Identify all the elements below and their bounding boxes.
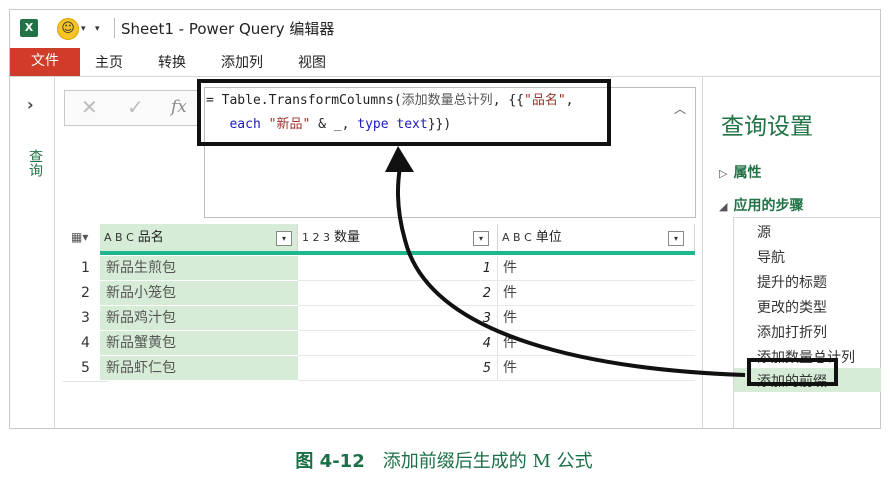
cell-unit[interactable]: 件 (498, 331, 695, 356)
column-header-unit-label: 单位 (535, 230, 562, 245)
cancel-formula-icon[interactable]: ✕ (81, 95, 98, 119)
column-header-unit[interactable]: A B C 单位 ▾ (498, 224, 695, 251)
table-row: 2 新品小笼包 2 件 (63, 281, 695, 307)
cell-unit[interactable]: 件 (498, 356, 695, 381)
table-row: 1 新品生煎包 1 件 (63, 256, 695, 282)
step-promoted-headers[interactable]: 提升的标题 (757, 272, 827, 292)
step-changed-type[interactable]: 更改的类型 (757, 297, 827, 317)
confirm-formula-icon[interactable]: ✓ (127, 95, 144, 119)
formula-type-keyword: type (357, 117, 389, 132)
table-row: 3 新品鸡汁包 3 件 (63, 306, 695, 332)
figure-caption: 图 4-12 添加前缀后生成的 M 公式 (0, 447, 888, 473)
cell-qty[interactable]: 5 (298, 356, 498, 381)
applied-steps-section[interactable]: ◢ 应用的步骤 (719, 195, 803, 215)
cell-qty[interactable]: 2 (298, 281, 498, 306)
cell-name[interactable]: 新品生煎包 (100, 256, 298, 281)
number-type-icon[interactable]: 1 2 3 (302, 231, 330, 244)
expand-queries-chevron-icon[interactable]: › (27, 95, 34, 114)
cell-qty[interactable]: 1 (298, 256, 498, 281)
formula-close: }}) (427, 117, 452, 132)
applied-steps-label: 应用的步骤 (733, 198, 804, 214)
queries-pane-label[interactable]: 查询 (25, 149, 45, 177)
window-title: Sheet1 - Power Query 编辑器 (121, 20, 335, 38)
formula-column-string: "品名" (524, 93, 566, 108)
column-header-qty-label: 数量 (334, 230, 361, 245)
title-bar: X ☺ ▾ ▾ Sheet1 - Power Query 编辑器 (10, 10, 880, 46)
text-type-icon[interactable]: A B C (502, 231, 532, 244)
cell-qty[interactable]: 3 (298, 306, 498, 331)
formula-prefix: = Table.TransformColumns( (206, 93, 402, 108)
smiley-feedback-icon[interactable]: ☺ (57, 18, 79, 40)
cell-name[interactable]: 新品蟹黄包 (100, 331, 298, 356)
cell-name[interactable]: 新品虾仁包 (100, 356, 298, 381)
query-settings-title: 查询设置 (721, 114, 813, 140)
tab-add-column[interactable]: 添加列 (221, 52, 263, 72)
cell-unit[interactable]: 件 (498, 306, 695, 331)
table-row: 5 新品虾仁包 5 件 (63, 356, 695, 382)
column-header-name[interactable]: A B C 品名 ▾ (100, 224, 298, 251)
cell-name[interactable]: 新品鸡汁包 (100, 306, 298, 331)
tab-file[interactable]: 文件 (10, 48, 80, 76)
title-separator (114, 18, 115, 38)
formula-prefix-string: "新品" (268, 117, 311, 132)
figure-number: 图 4-12 (295, 451, 365, 472)
excel-icon[interactable]: X (20, 19, 43, 37)
data-grid: ▦▾ A B C 品名 ▾ 1 2 3 数量 ▾ A B C 单位 ▾ 1 新品生煎包… (63, 224, 695, 424)
formula-concat: & _, (310, 117, 358, 132)
step-navigation[interactable]: 导航 (757, 247, 785, 267)
formula-indent (206, 117, 229, 132)
insert-function-icon[interactable]: fx (171, 97, 187, 117)
formula-controls: ✕ ✓ fx (64, 90, 199, 126)
figure-caption-text: 添加前缀后生成的 M 公式 (382, 451, 593, 472)
active-step-highlight-frame (747, 358, 838, 386)
formula-comma: , (565, 93, 574, 108)
cell-qty[interactable]: 4 (298, 331, 498, 356)
ribbon-tabs: 文件 主页 转换 添加列 视图 (10, 48, 880, 76)
column-quality-bar (100, 251, 695, 255)
column-filter-dropdown-icon[interactable]: ▾ (473, 231, 489, 246)
collapse-formula-caret-icon[interactable]: ︿ (674, 100, 686, 117)
collapsed-triangle-icon: ▷ (719, 167, 728, 180)
smiley-dropdown-icon[interactable]: ▾ (81, 24, 86, 34)
step-source[interactable]: 源 (757, 222, 771, 242)
formula-text[interactable]: = Table.TransformColumns(添加数量总计列, {{"品名"… (206, 89, 573, 137)
cell-unit[interactable]: 件 (498, 256, 695, 281)
tab-home[interactable]: 主页 (95, 52, 123, 72)
text-type-icon[interactable]: A B C (104, 231, 134, 244)
formula-step-name: 添加数量总计列 (401, 93, 493, 108)
formula-each-keyword: each (229, 117, 261, 132)
properties-section[interactable]: ▷ 属性 (719, 162, 761, 182)
formula-open: , {{ (492, 93, 524, 108)
column-filter-dropdown-icon[interactable]: ▾ (668, 231, 684, 246)
formula-text-keyword: text (396, 117, 428, 132)
cell-unit[interactable]: 件 (498, 281, 695, 306)
column-filter-dropdown-icon[interactable]: ▾ (276, 231, 292, 246)
queries-pane-collapsed: › 查询 (10, 77, 55, 428)
applied-steps-list: 源 导航 提升的标题 更改的类型 添加打折列 添加数量总计列 添加的前缀 (733, 217, 881, 429)
customize-toolbar-icon[interactable]: ▾ (95, 24, 100, 34)
table-row: 4 新品蟹黄包 4 件 (63, 331, 695, 357)
properties-label: 属性 (733, 165, 762, 181)
column-header-qty[interactable]: 1 2 3 数量 ▾ (298, 224, 498, 251)
cell-name[interactable]: 新品小笼包 (100, 281, 298, 306)
step-add-discount-column[interactable]: 添加打折列 (757, 322, 827, 342)
expanded-triangle-icon: ◢ (719, 200, 728, 213)
column-header-name-label: 品名 (137, 230, 164, 245)
tab-view[interactable]: 视图 (298, 52, 326, 72)
tab-transform[interactable]: 转换 (158, 52, 186, 72)
